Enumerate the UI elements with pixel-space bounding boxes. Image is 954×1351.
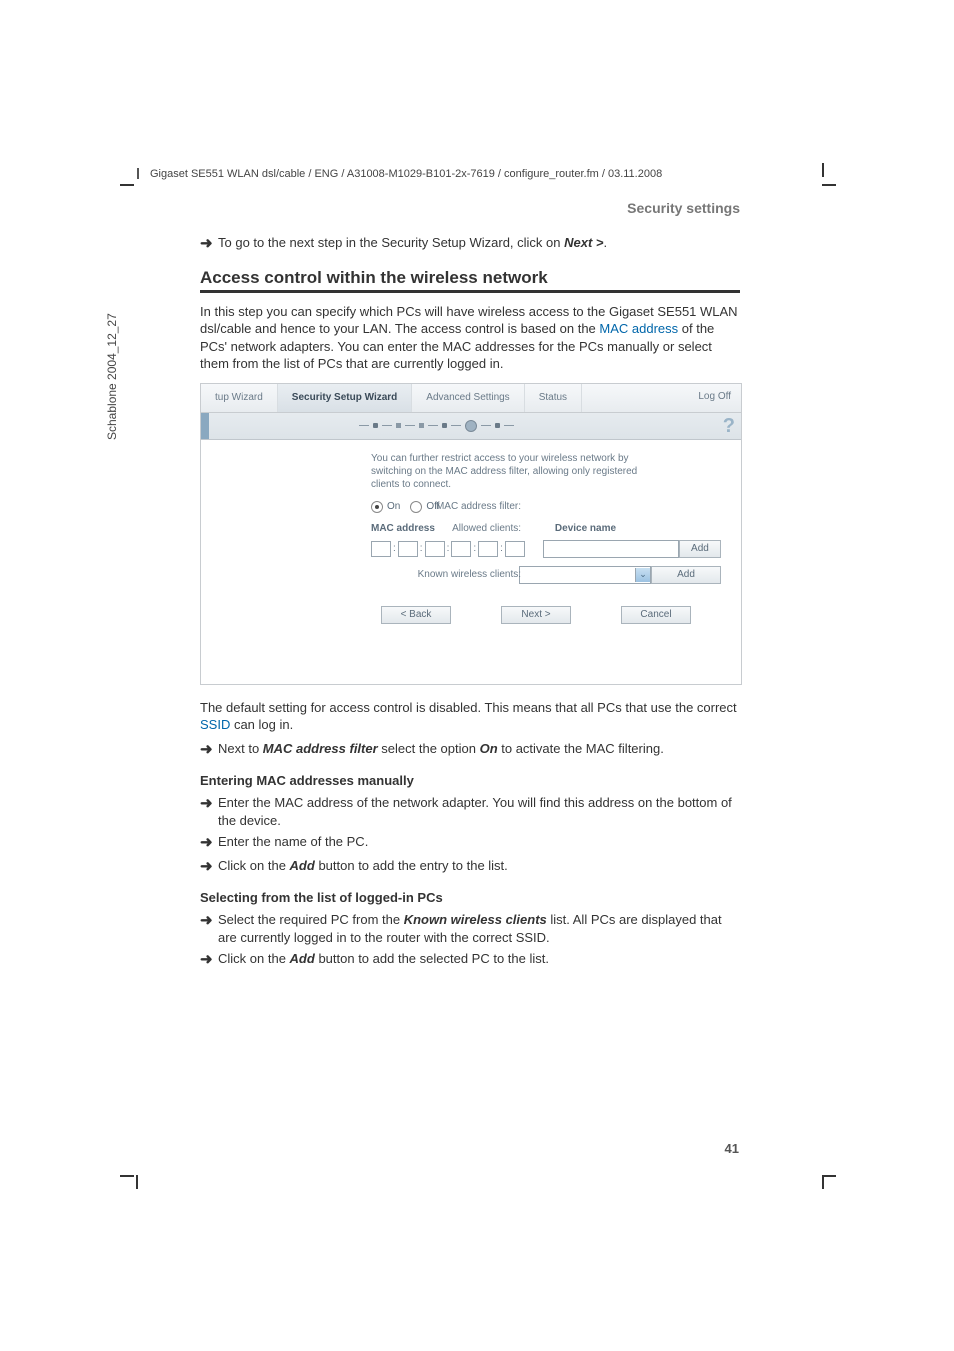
arrow-icon: ➜	[200, 950, 218, 970]
mac-6[interactable]	[505, 541, 525, 557]
ssid-link[interactable]: SSID	[200, 717, 230, 732]
step-click-add-2: Click on the Add button to add the selec…	[218, 950, 740, 968]
arrow-icon: ➜	[200, 234, 218, 254]
col-device: Device name	[555, 523, 616, 534]
arrow-icon: ➜	[200, 833, 218, 853]
mac-1[interactable]	[371, 541, 391, 557]
logoff-link[interactable]: Log Off	[688, 384, 741, 412]
mac-input-group: : : : : :	[371, 541, 525, 557]
mac-4[interactable]	[451, 541, 471, 557]
step-click-add-1: Click on the Add button to add the entry…	[218, 857, 740, 875]
arrow-icon: ➜	[200, 740, 218, 760]
template-label: Schablone 2004_12_27	[105, 313, 119, 440]
intro-paragraph: In this step you can specify which PCs w…	[200, 303, 740, 373]
ui-tabs: tup Wizard Security Setup Wizard Advance…	[201, 384, 741, 413]
step-mac-filter: Next to MAC address filter select the op…	[218, 740, 740, 758]
default-setting-para: The default setting for access control i…	[200, 699, 740, 734]
step-enter-mac: Enter the MAC address of the network ada…	[218, 794, 740, 829]
help-icon[interactable]: ?	[723, 415, 735, 438]
heading-rule	[200, 290, 740, 293]
step-select-known: Select the required PC from the Known wi…	[218, 911, 740, 946]
add-known-button[interactable]: Add	[651, 566, 721, 584]
intro-step: To go to the next step in the Security S…	[218, 234, 740, 252]
section-breadcrumb: Security settings	[200, 200, 740, 216]
add-mac-button[interactable]: Add	[679, 540, 721, 558]
router-ui-screenshot: tup Wizard Security Setup Wizard Advance…	[200, 383, 742, 685]
tab-advanced[interactable]: Advanced Settings	[412, 384, 524, 412]
page-number: 41	[725, 1141, 739, 1156]
next-button[interactable]: Next >	[501, 606, 571, 624]
cancel-button[interactable]: Cancel	[621, 606, 691, 624]
wizard-progress: ?	[201, 413, 741, 440]
subhead-manual: Entering MAC addresses manually	[200, 773, 740, 788]
mac-2[interactable]	[398, 541, 418, 557]
mac-filter-label: MAC address filter:	[371, 501, 531, 512]
known-clients-label: Known wireless clients:	[371, 569, 531, 580]
arrow-icon: ➜	[200, 857, 218, 877]
mac-3[interactable]	[425, 541, 445, 557]
mac-address-link[interactable]: MAC address	[599, 321, 678, 336]
header-path: Gigaset SE551 WLAN dsl/cable / ENG / A31…	[150, 168, 662, 180]
known-clients-select[interactable]: ⌄	[519, 566, 651, 584]
allowed-clients-label: Allowed clients:	[371, 523, 531, 534]
ui-intro-text: You can further restrict access to your …	[371, 452, 651, 491]
subhead-loggedin: Selecting from the list of logged-in PCs	[200, 890, 740, 905]
step-enter-name: Enter the name of the PC.	[218, 833, 740, 851]
tab-security-setup[interactable]: Security Setup Wizard	[278, 384, 413, 412]
device-name-input[interactable]	[543, 540, 679, 558]
chevron-down-icon: ⌄	[635, 568, 650, 582]
arrow-icon: ➜	[200, 911, 218, 931]
tab-setup-wizard[interactable]: tup Wizard	[201, 384, 278, 412]
mac-5[interactable]	[478, 541, 498, 557]
page-heading: Access control within the wireless netwo…	[200, 268, 740, 288]
back-button[interactable]: < Back	[381, 606, 451, 624]
arrow-icon: ➜	[200, 794, 218, 814]
tab-status[interactable]: Status	[525, 384, 582, 412]
